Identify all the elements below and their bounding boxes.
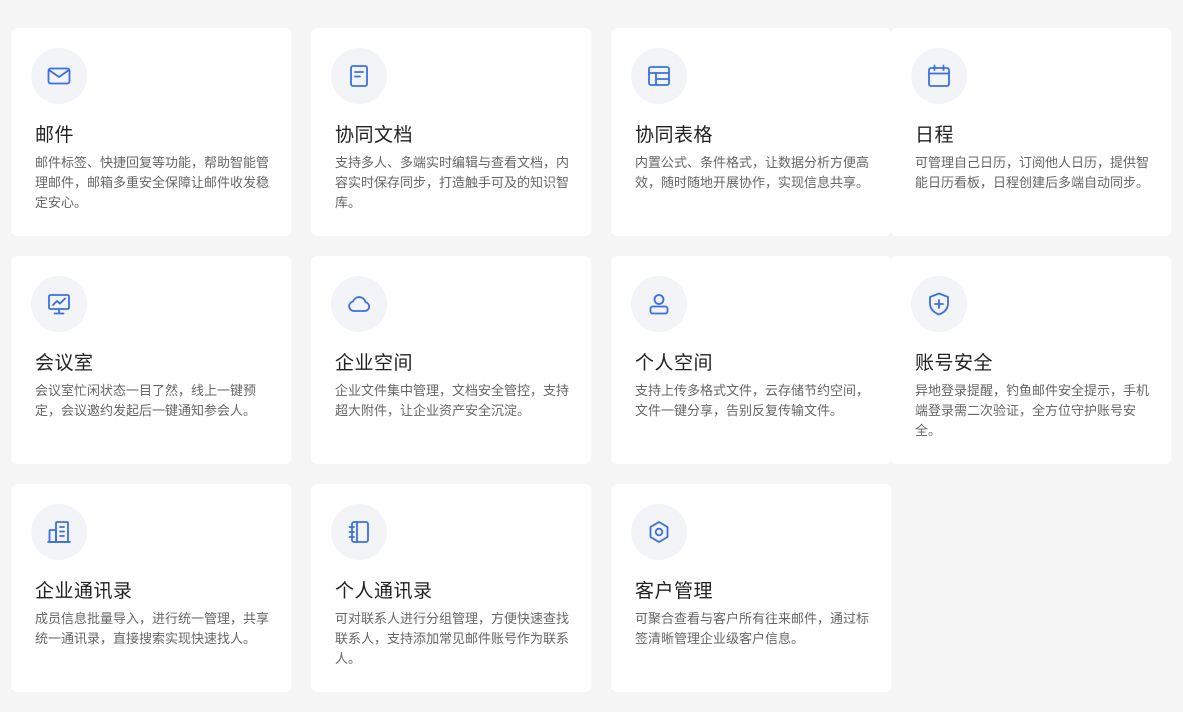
feature-card-enterprise-contacts[interactable]: 企业通讯录 成员信息批量导入，进行统一管理，共享统一通讯录，直接搜索实现快速找人… [11,484,291,692]
user-icon [649,294,669,315]
shield-icon-badge [911,276,967,332]
feature-description: 支持上传多格式文件，云存储节约空间，文件一键分享，告别反复传输文件。 [635,384,870,419]
mail-icon-badge [31,48,87,104]
hexagon-icon-badge [631,504,687,560]
feature-description: 异地登录提醒，钓鱼邮件安全提示，手机端登录需二次验证，全方位守护账号安全。 [915,384,1150,439]
feature-description: 可对联系人进行分组管理，方便快速查找联系人，支持添加常见邮件账号作为联系人。 [335,612,570,667]
feature-card-personal-space[interactable]: 个人空间 支持上传多格式文件，云存储节约空间，文件一键分享，告别反复传输文件。 [611,256,891,464]
feature-card-mail[interactable]: 邮件 邮件标签、快捷回复等功能，帮助智能管理邮件，邮箱多重安全保障让邮件收发稳定… [11,28,291,236]
document-icon-badge [331,48,387,104]
feature-card-enterprise-space[interactable]: 企业空间 企业文件集中管理，文档安全管控，支持超大附件，让企业资产安全沉淀。 [311,256,591,464]
feature-title: 客户管理 [635,580,714,602]
feature-card-calendar[interactable]: 日程 可管理自己日历，订阅他人日历，提供智能日历看板，日程创建后多端自动同步。 [891,28,1171,236]
calendar-icon [928,64,950,87]
feature-title: 协同表格 [635,124,714,146]
feature-title: 个人空间 [635,352,714,374]
user-icon-badge [631,276,687,332]
feature-title: 会议室 [35,352,94,374]
feature-card-account-security[interactable]: 账号安全 异地登录提醒，钓鱼邮件安全提示，手机端登录需二次验证，全方位守护账号安… [891,256,1171,464]
feature-title: 邮件 [35,124,75,146]
feature-description: 邮件标签、快捷回复等功能，帮助智能管理邮件，邮箱多重安全保障让邮件收发稳定安心。 [35,156,270,211]
feature-title: 账号安全 [915,352,994,374]
building-icon [47,521,71,543]
feature-card-customer-management[interactable]: 客户管理 可聚合查看与客户所有往来邮件，通过标签清晰管理企业级客户信息。 [611,484,891,692]
cloud-icon-badge [331,276,387,332]
monitor-icon-badge [31,276,87,332]
feature-card-collab-docs[interactable]: 协同文档 支持多人、多端实时编辑与查看文档，内容实时保存同步，打造触手可及的知识… [311,28,591,236]
feature-card-collab-sheets[interactable]: 协同表格 内置公式、条件格式，让数据分析方便高效，随时随地开展协作，实现信息共享… [611,28,891,236]
feature-title: 个人通讯录 [335,580,433,602]
feature-card-meeting-room[interactable]: 会议室 会议室忙闲状态一目了然，线上一键预定，会议邀约发起后一键通知参会人。 [11,256,291,464]
calendar-icon-badge [911,48,967,104]
feature-description: 成员信息批量导入，进行统一管理，共享统一通讯录，直接搜索实现快速找人。 [35,612,270,647]
monitor-icon [48,294,70,315]
feature-description: 支持多人、多端实时编辑与查看文档，内容实时保存同步，打造触手可及的知识智库。 [335,156,570,211]
feature-card-personal-contacts[interactable]: 个人通讯录 可对联系人进行分组管理，方便快速查找联系人，支持添加常见邮件账号作为… [311,484,591,692]
feature-title: 日程 [915,124,955,146]
table-icon-badge [631,48,687,104]
feature-description: 企业文件集中管理，文档安全管控，支持超大附件，让企业资产安全沉淀。 [335,384,570,419]
feature-title: 协同文档 [335,124,414,146]
shield-icon [929,292,949,316]
table-icon [648,66,670,86]
hexagon-icon [649,521,669,543]
building-icon-badge [31,504,87,560]
feature-description: 可管理自己日历，订阅他人日历，提供智能日历看板，日程创建后多端自动同步。 [915,156,1150,191]
feature-description: 可聚合查看与客户所有往来邮件，通过标签清晰管理企业级客户信息。 [635,612,870,647]
contact-book-icon-badge [331,504,387,560]
feature-description: 内置公式、条件格式，让数据分析方便高效，随时随地开展协作，实现信息共享。 [635,156,870,191]
document-icon [350,65,368,87]
contact-book-icon [348,521,369,543]
feature-description: 会议室忙闲状态一目了然，线上一键预定，会议邀约发起后一键通知参会人。 [35,384,257,419]
feature-title: 企业空间 [335,352,414,374]
cloud-icon [348,296,371,312]
mail-icon [47,67,71,85]
feature-title: 企业通讯录 [35,580,133,602]
